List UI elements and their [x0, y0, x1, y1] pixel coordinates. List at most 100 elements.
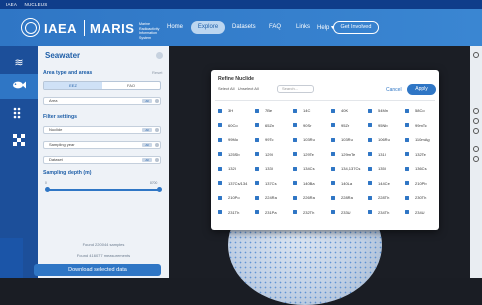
nuclide-option[interactable]: 226Ra — [293, 195, 315, 200]
clear-dataset-icon[interactable] — [155, 158, 159, 162]
nav-home[interactable]: Home — [167, 24, 183, 30]
checkbox-checked-icon[interactable] — [255, 152, 259, 157]
depth-slider-min-handle[interactable] — [45, 187, 50, 192]
nuclide-option[interactable]: 103Ru — [293, 137, 315, 142]
nuclide-option[interactable]: 132I — [218, 166, 236, 171]
checkbox-checked-icon[interactable] — [331, 210, 335, 215]
checkbox-checked-icon[interactable] — [368, 137, 372, 142]
nuclide-option[interactable]: 90Sr — [293, 123, 311, 128]
nuclide-option[interactable]: 131I — [368, 152, 386, 157]
nav-help[interactable]: Help ▾ — [317, 24, 334, 31]
checkbox-checked-icon[interactable] — [368, 181, 372, 186]
unselect-all-link[interactable]: Unselect All — [238, 86, 259, 91]
checkbox-checked-icon[interactable] — [331, 108, 335, 113]
nuclide-option[interactable]: 231Pa — [255, 210, 277, 215]
checkbox-checked-icon[interactable] — [218, 108, 222, 113]
nuclide-option[interactable]: 231Th — [218, 210, 239, 215]
nuclide-option[interactable]: 144Ce — [368, 181, 390, 186]
download-button[interactable]: Download selected data — [34, 264, 161, 276]
nuclide-option[interactable]: 133I — [255, 166, 273, 171]
checkbox-checked-icon[interactable] — [293, 181, 297, 186]
nav-datasets[interactable]: Datasets — [232, 24, 256, 30]
nuclide-option[interactable]: 136Cs — [405, 166, 427, 171]
nuclide-option[interactable]: 129mTe — [331, 152, 355, 157]
rail-seawater[interactable]: ≋ — [0, 51, 38, 76]
brand-iaea[interactable]: IAEA — [44, 21, 77, 36]
depth-slider-max-handle[interactable] — [157, 187, 162, 192]
checkbox-checked-icon[interactable] — [293, 195, 297, 200]
checkbox-checked-icon[interactable] — [368, 108, 372, 113]
nuclide-option[interactable]: 228Ra — [331, 195, 353, 200]
area-select[interactable]: Area All — [43, 97, 161, 105]
checkbox-checked-icon[interactable] — [218, 166, 222, 171]
checkbox-checked-icon[interactable] — [255, 181, 259, 186]
measure-icon[interactable] — [473, 146, 479, 152]
nav-faq[interactable]: FAQ — [269, 24, 281, 30]
checkbox-checked-icon[interactable] — [293, 152, 297, 157]
nuclide-option[interactable]: 129Te — [293, 152, 314, 157]
nuclide-option[interactable]: 210Pb — [405, 181, 427, 186]
checkbox-checked-icon[interactable] — [331, 166, 335, 171]
rail-suspended-matter[interactable] — [0, 128, 38, 153]
nuclide-option[interactable]: 224Ra — [255, 195, 277, 200]
checkbox-checked-icon[interactable] — [331, 123, 335, 128]
target-icon[interactable] — [473, 118, 479, 124]
nuclide-option[interactable]: 135I — [368, 166, 386, 171]
rail-sediment[interactable] — [0, 101, 38, 126]
nuclide-option[interactable]: 233U — [331, 210, 351, 215]
checkbox-checked-icon[interactable] — [368, 152, 372, 157]
clear-sampling-year-icon[interactable] — [155, 143, 159, 147]
nuclide-option[interactable]: 95Zr — [331, 123, 349, 128]
checkbox-checked-icon[interactable] — [255, 195, 259, 200]
checkbox-checked-icon[interactable] — [331, 152, 335, 157]
checkbox-checked-icon[interactable] — [293, 123, 297, 128]
checkbox-checked-icon[interactable] — [331, 195, 335, 200]
checkbox-checked-icon[interactable] — [255, 108, 259, 113]
checkbox-checked-icon[interactable] — [405, 195, 409, 200]
checkbox-checked-icon[interactable] — [368, 195, 372, 200]
checkbox-checked-icon[interactable] — [218, 123, 222, 128]
checkbox-checked-icon[interactable] — [218, 181, 222, 186]
rail-biota[interactable] — [0, 74, 38, 99]
close-panel-icon[interactable] — [156, 52, 163, 59]
nuclide-option[interactable]: 110mAg — [405, 137, 430, 142]
checkbox-checked-icon[interactable] — [293, 137, 297, 142]
checkbox-checked-icon[interactable] — [293, 210, 297, 215]
checkbox-checked-icon[interactable] — [218, 195, 222, 200]
nuclide-option[interactable]: 140Ba — [293, 181, 315, 186]
nuclide-option[interactable]: 14C — [293, 108, 310, 113]
checkbox-checked-icon[interactable] — [405, 137, 409, 142]
nuclide-option[interactable]: 54Mn — [368, 108, 388, 113]
select-all-link[interactable]: Select All — [218, 86, 234, 91]
zoom-icon[interactable] — [473, 52, 479, 58]
brand-maris[interactable]: MARIS — [90, 21, 134, 36]
dataset-filter[interactable]: Dataset All — [43, 156, 161, 164]
nuclide-option[interactable]: 134Cs — [293, 166, 315, 171]
nav-links[interactable]: Links — [296, 24, 310, 30]
checkbox-checked-icon[interactable] — [331, 137, 335, 142]
nuclide-option[interactable]: 99Mo — [218, 137, 238, 142]
segment-fao[interactable]: FAO — [102, 82, 160, 89]
checkbox-checked-icon[interactable] — [405, 210, 409, 215]
checkbox-checked-icon[interactable] — [218, 152, 222, 157]
checkbox-checked-icon[interactable] — [255, 166, 259, 171]
nuclide-option[interactable]: 65Zn — [255, 123, 274, 128]
nuclide-option[interactable]: 125Sb — [218, 152, 240, 157]
checkbox-checked-icon[interactable] — [368, 166, 372, 171]
fullscreen-icon[interactable] — [473, 156, 479, 162]
nav-explore[interactable]: Explore — [191, 21, 225, 34]
topstrip-nucleus[interactable]: NUCLEUS — [25, 2, 48, 7]
depth-slider-track[interactable] — [47, 189, 160, 191]
nuclide-option[interactable]: 58Co — [405, 108, 425, 113]
nuclide-option[interactable]: 140La — [331, 181, 352, 186]
nuclide-option[interactable]: 3H — [218, 108, 233, 113]
reset-link[interactable]: Reset — [152, 70, 162, 75]
nuclide-option[interactable]: 210Po — [218, 195, 240, 200]
compass-icon[interactable] — [473, 128, 479, 134]
checkbox-checked-icon[interactable] — [255, 137, 259, 142]
iaea-emblem-icon[interactable] — [21, 18, 40, 37]
nuclide-option[interactable]: 60Co — [218, 123, 238, 128]
nuclide-option[interactable]: 228Th — [368, 195, 389, 200]
nuclide-option[interactable]: 134,137Cs — [331, 166, 360, 171]
nuclide-option[interactable]: 232Th — [293, 210, 314, 215]
